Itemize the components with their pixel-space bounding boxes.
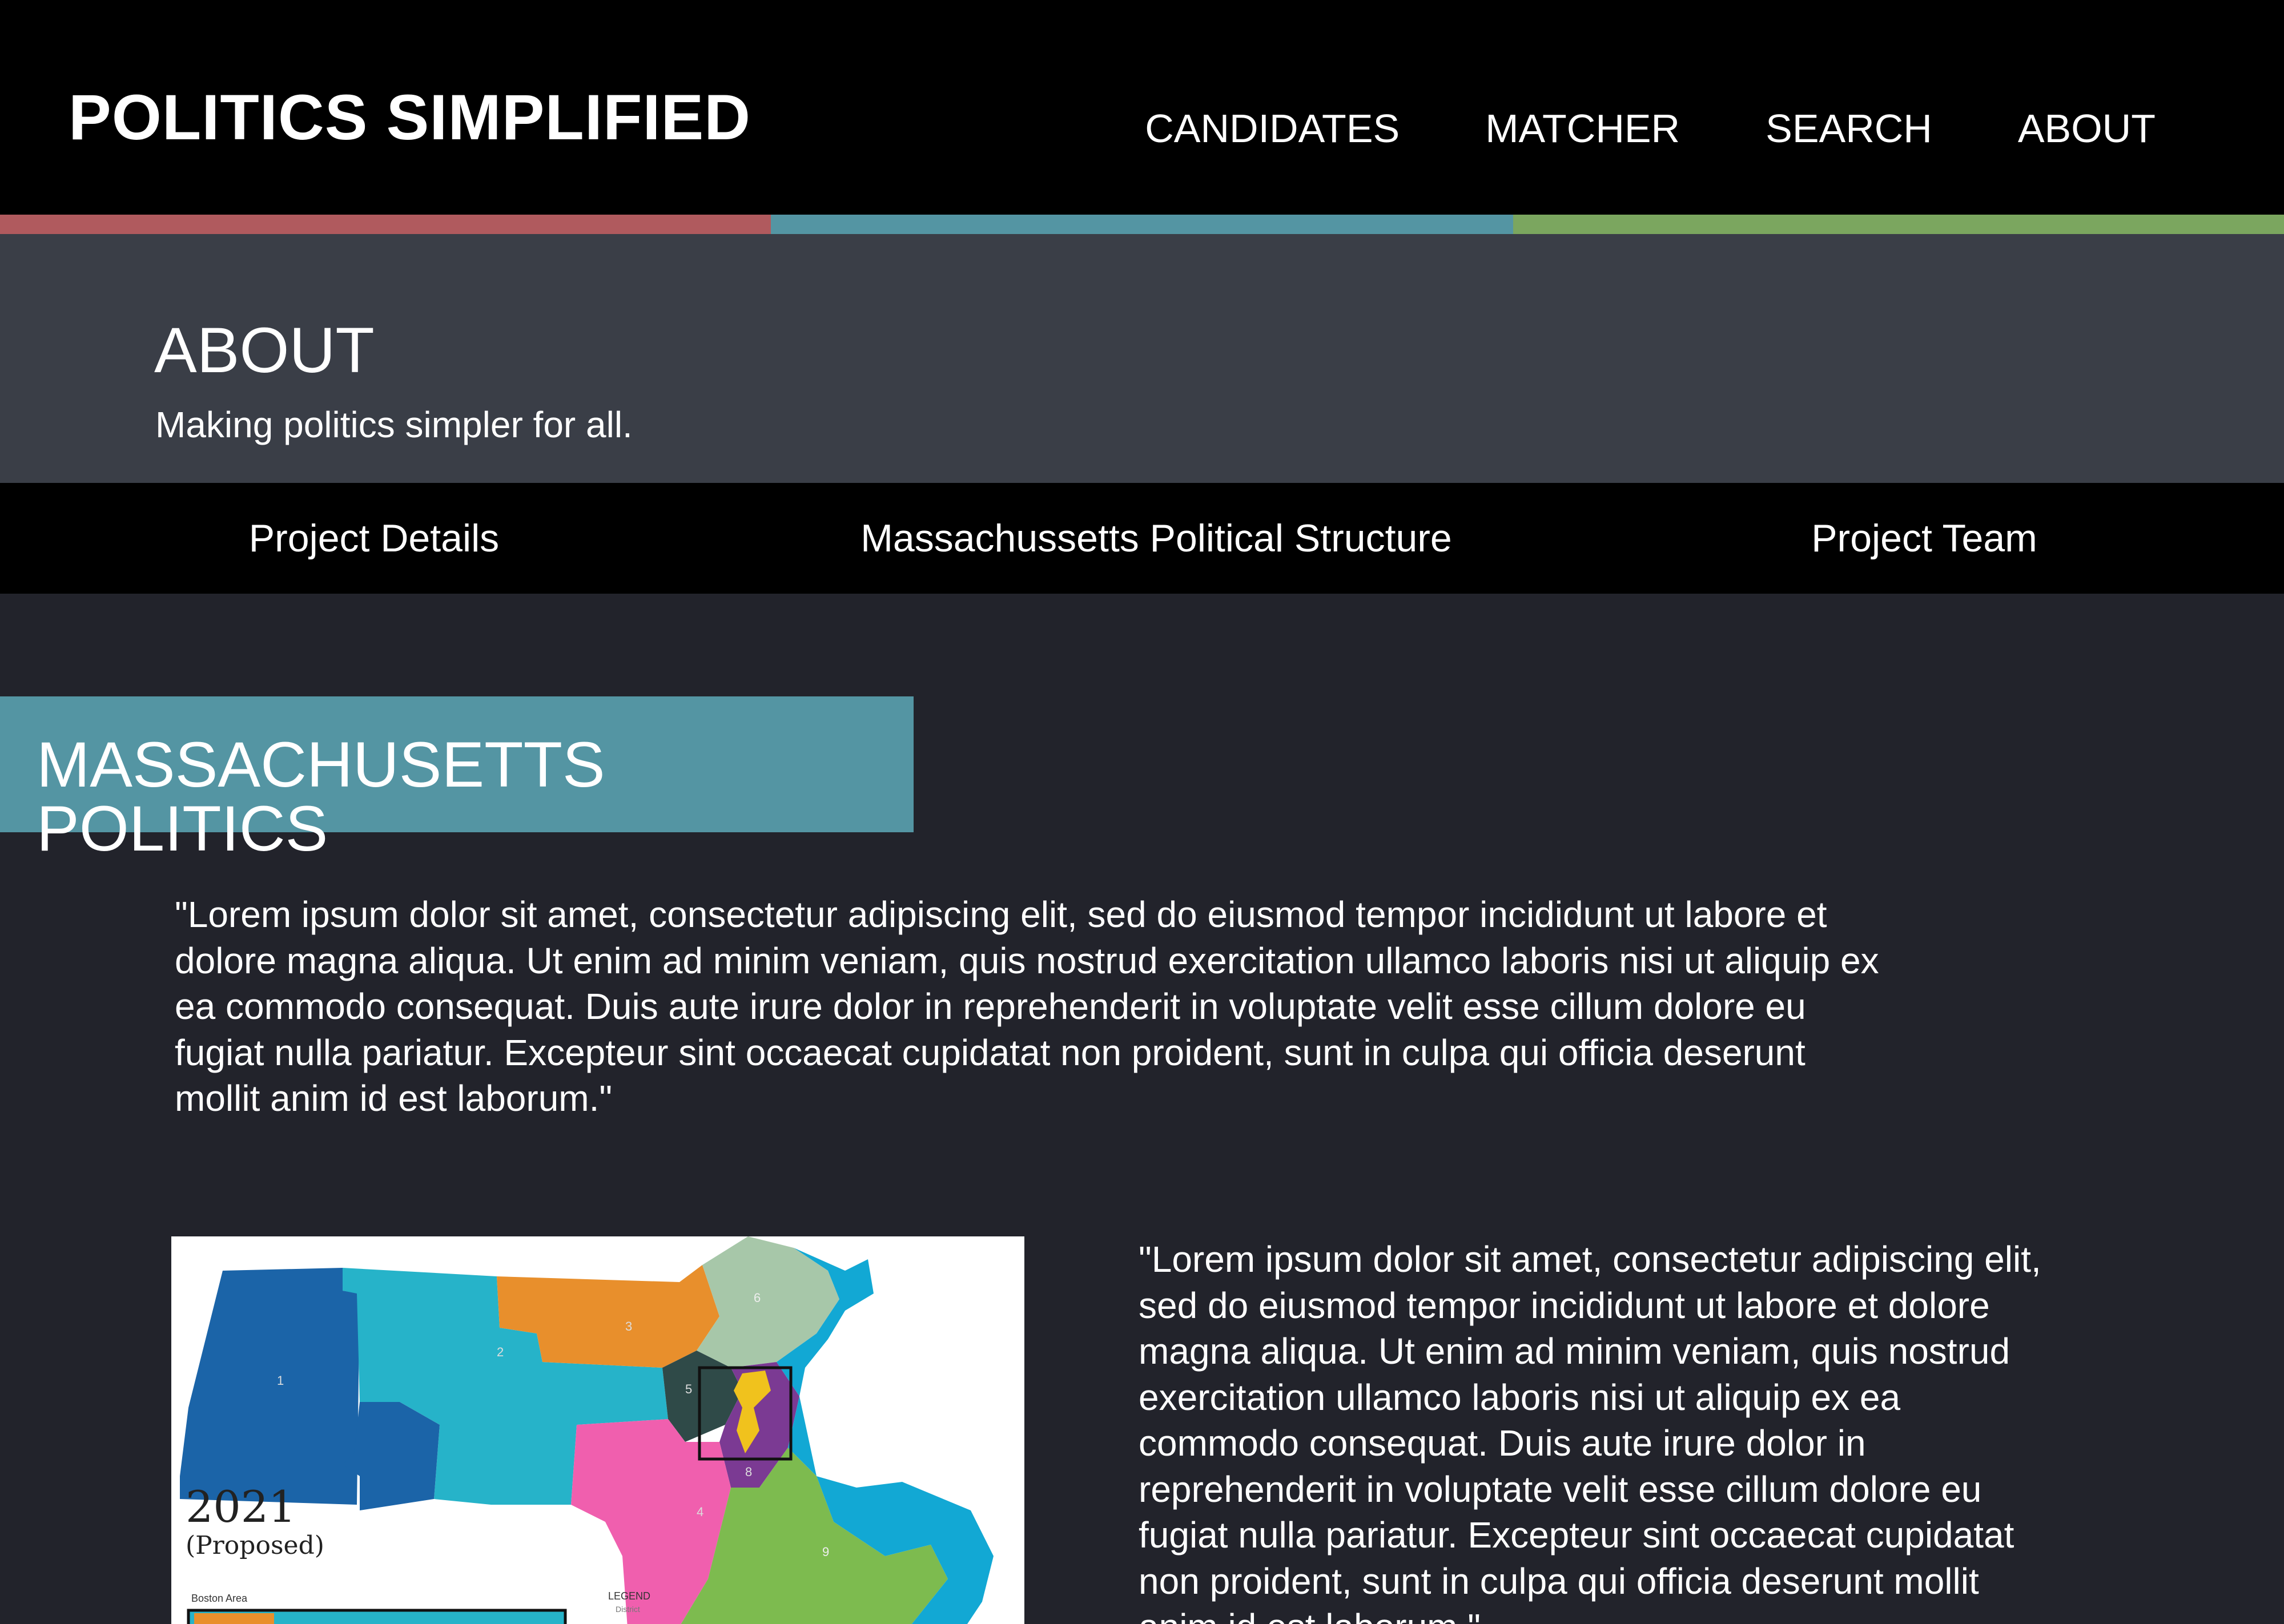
inset-orange [194,1613,274,1624]
district-label-2: 2 [497,1345,504,1359]
section-title: MASSACHUSETTS POLITICS [37,729,605,864]
nav-search[interactable]: SEARCH [1766,108,1932,148]
district-map: 1 2 3 4 5 6 8 9 2021 (Proposed) Boston A… [180,1236,994,1624]
site-header: POLITICS SIMPLIFIED CANDIDATES MATCHER S… [0,0,2284,215]
nav-matcher[interactable]: MATCHER [1485,108,1680,148]
district-label-3: 3 [625,1319,632,1333]
nav-about[interactable]: ABOUT [2018,108,2156,148]
tab-political-structure[interactable]: Massachussetts Political Structure [845,483,1467,594]
main-nav: CANDIDATES MATCHER SEARCH ABOUT [1145,108,2156,148]
district-map-image: 1 2 3 4 5 6 8 9 2021 (Proposed) Boston A… [171,1236,1024,1624]
stripe-teal [771,215,1513,234]
map-status: (Proposed) [186,1531,324,1560]
about-hero: ABOUT Making politics simpler for all. [0,234,2284,483]
section-banner: MASSACHUSETTS POLITICS [0,696,914,861]
map-description-paragraph: "Lorem ipsum dolor sit amet, consectetur… [1139,1239,2041,1624]
page-title: ABOUT [154,315,375,386]
about-subnav: Project Details Massachussetts Political… [0,483,2284,594]
intro-paragraph: "Lorem ipsum dolor sit amet, consectetur… [175,894,1879,1119]
tab-project-details[interactable]: Project Details [171,483,577,594]
district-1-region [180,1268,360,1505]
stripe-green [1513,215,2284,234]
district-label-5: 5 [685,1382,692,1396]
district-label-1: 1 [277,1373,284,1388]
page: POLITICS SIMPLIFIED CANDIDATES MATCHER S… [0,0,2284,1624]
inset-label: Boston Area [191,1593,248,1604]
site-logo[interactable]: POLITICS SIMPLIFIED [69,86,751,150]
district-label-6: 6 [754,1291,761,1305]
color-stripe-bar [0,215,2284,234]
district-label-4: 4 [697,1505,703,1519]
legend-title: LEGEND [608,1590,650,1602]
page-subtitle: Making politics simpler for all. [155,404,633,445]
district-label-8: 8 [745,1465,752,1479]
district-label-9: 9 [822,1545,829,1559]
tab-project-team[interactable]: Project Team [1782,483,2067,594]
map-year: 2021 [186,1481,296,1532]
nav-candidates[interactable]: CANDIDATES [1145,108,1400,148]
legend-subtitle: District [616,1605,640,1614]
stripe-red [0,215,771,234]
